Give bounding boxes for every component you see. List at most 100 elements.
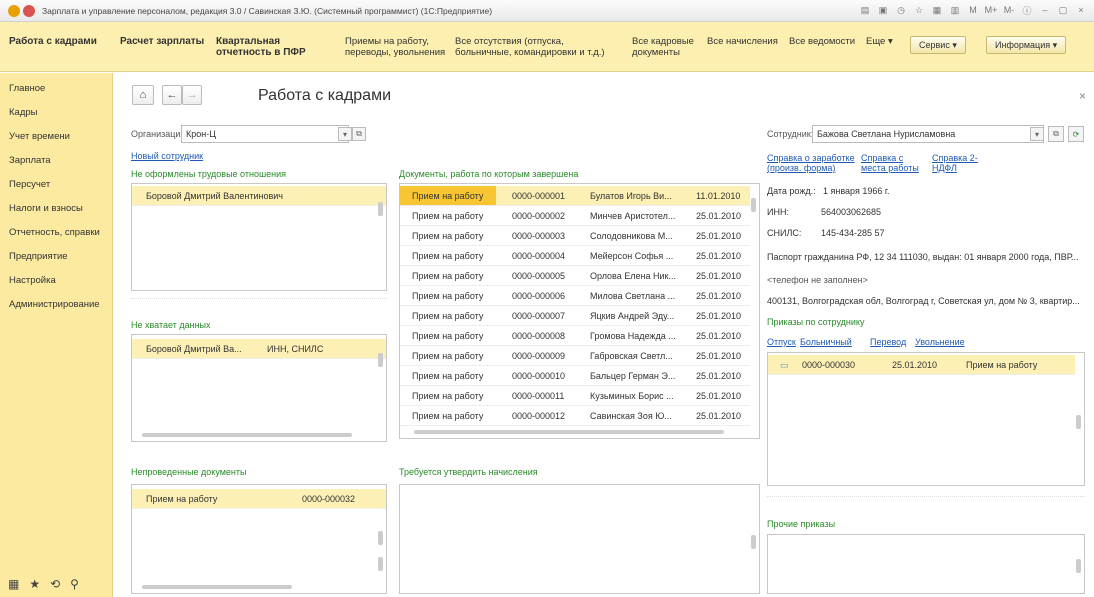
table-row[interactable]: Прием на работу 0000-000011 Кузьминых Бо… — [400, 386, 750, 406]
sidebar-item-settings[interactable]: Настройка — [9, 275, 56, 286]
minimize-icon[interactable]: – — [1038, 3, 1052, 17]
info-button[interactable]: Информация ▾ — [986, 36, 1067, 54]
search-icon[interactable]: ⚲ — [70, 577, 79, 591]
employee-label: Сотрудник: — [767, 129, 814, 139]
m-plus-button[interactable]: M+ — [984, 3, 998, 17]
menu-all-statements[interactable]: Все ведомости — [789, 36, 855, 47]
snils-value: 145-434-285 57 — [821, 228, 885, 238]
menu-pfr-reporting[interactable]: Квартальная отчетность в ПФР — [216, 36, 321, 58]
employee-field[interactable]: Бажова Светлана Нурисламовна — [812, 125, 1044, 143]
scrollbar[interactable] — [378, 557, 383, 571]
m-minus-button[interactable]: M- — [1002, 3, 1016, 17]
m-button[interactable]: M — [966, 3, 980, 17]
table-row[interactable]: Прием на работу 0000-000006 Милова Светл… — [400, 286, 750, 306]
horizontal-scrollbar[interactable] — [142, 433, 352, 437]
unposted-docs-title: Непроведенные документы — [131, 467, 247, 477]
menu-all-absences[interactable]: Все отсутствия (отпуска, больничные, ком… — [455, 36, 620, 58]
dismissal-link[interactable]: Увольнение — [915, 337, 965, 347]
maximize-icon[interactable]: ▢ — [1056, 3, 1070, 17]
organization-field[interactable]: Крон-Ц — [181, 125, 349, 143]
approve-accruals-title: Требуется утвердить начисления — [399, 467, 538, 477]
sidebar-item-taxes[interactable]: Налоги и взносы — [9, 203, 83, 214]
home-button[interactable]: ⌂ — [132, 85, 154, 105]
table-row[interactable]: Прием на работу 0000-000001 Булатов Игор… — [400, 186, 750, 206]
sidebar-item-staff[interactable]: Кадры — [9, 107, 37, 118]
transfer-link[interactable]: Перевод — [870, 337, 906, 347]
calculator-icon[interactable]: ▥ — [948, 3, 962, 17]
list-item[interactable]: Прием на работу 0000-000032 — [132, 489, 386, 509]
scrollbar[interactable] — [751, 535, 756, 549]
table-row[interactable]: Прием на работу 0000-000005 Орлова Елена… — [400, 266, 750, 286]
scrollbar[interactable] — [378, 531, 383, 545]
forward-button[interactable]: → — [182, 85, 202, 105]
document-icon: ▭ — [780, 360, 789, 370]
print-icon[interactable]: ▤ — [858, 3, 872, 17]
list-item[interactable]: Боровой Дмитрий Валентинович — [132, 186, 386, 206]
sidebar-item-reports[interactable]: Отчетность, справки — [9, 227, 100, 238]
menu-all-hr-docs[interactable]: Все кадровые документы — [632, 36, 702, 58]
open-icon[interactable]: ⧉ — [1048, 126, 1064, 142]
open-icon[interactable]: ⧉ — [352, 127, 366, 141]
info-icon[interactable]: ⓘ — [1020, 3, 1034, 17]
table-row[interactable]: Прием на работу 0000-000012 Савинская Зо… — [400, 406, 750, 426]
back-button[interactable]: ← — [162, 85, 182, 105]
sidebar-item-enterprise[interactable]: Предприятие — [9, 251, 68, 262]
calendar-icon[interactable]: ▦ — [930, 3, 944, 17]
sidebar-item-salary[interactable]: Зарплата — [9, 155, 51, 166]
sick-leave-link[interactable]: Больничный — [800, 337, 852, 347]
horizontal-scrollbar[interactable] — [142, 585, 292, 589]
menu-hiring-transfers[interactable]: Приемы на работу, переводы, увольнения — [345, 36, 450, 58]
menu-all-accruals[interactable]: Все начисления — [707, 36, 778, 47]
table-row[interactable]: Прием на работу 0000-000003 Солодовников… — [400, 226, 750, 246]
scrollbar[interactable] — [1076, 559, 1081, 573]
new-employee-link[interactable]: Новый сотрудник — [131, 151, 203, 161]
work-certificate-link[interactable]: Справка с места работы — [861, 153, 923, 173]
inn-label: ИНН: — [767, 207, 789, 217]
missing-data-list[interactable]: Боровой Дмитрий Ва... ИНН, СНИЛС — [131, 334, 387, 442]
other-orders-list[interactable] — [767, 534, 1085, 594]
menu-more[interactable]: Еще ▾ — [866, 36, 893, 47]
approve-accruals-list[interactable] — [399, 484, 760, 594]
close-window-icon[interactable]: × — [1074, 3, 1088, 17]
phone-info: <телефон не заполнен> — [767, 275, 868, 285]
history-icon[interactable]: ◷ — [894, 3, 908, 17]
main-menu-icon[interactable] — [23, 5, 35, 17]
sidebar-item-persuchet[interactable]: Персучет — [9, 179, 50, 190]
refresh-icon[interactable]: ⟳ — [1068, 126, 1084, 142]
sidebar-item-main[interactable]: Главное — [9, 83, 45, 94]
scrollbar[interactable] — [751, 198, 756, 212]
list-item[interactable]: Боровой Дмитрий Ва... ИНН, СНИЛС — [132, 339, 386, 359]
table-row[interactable]: Прием на работу 0000-000004 Мейерсон Соф… — [400, 246, 750, 266]
grid-menu-icon[interactable]: ▦ — [8, 577, 19, 591]
table-row[interactable]: Прием на работу 0000-000009 Габровская С… — [400, 346, 750, 366]
favorites-icon[interactable]: ☆ — [912, 3, 926, 17]
list-item[interactable]: ▭ 0000-000030 25.01.2010 Прием на работу — [768, 355, 1075, 375]
table-row[interactable]: Прием на работу 0000-000008 Громова Наде… — [400, 326, 750, 346]
scrollbar[interactable] — [378, 353, 383, 367]
service-button[interactable]: Сервис ▾ — [910, 36, 966, 54]
star-icon[interactable]: ★ — [29, 577, 40, 591]
finished-docs-table[interactable]: Прием на работу 0000-000001 Булатов Игор… — [399, 183, 760, 439]
scrollbar[interactable] — [1076, 415, 1081, 429]
table-row[interactable]: Прием на работу 0000-000010 Бальцер Герм… — [400, 366, 750, 386]
save-icon[interactable]: ▣ — [876, 3, 890, 17]
ndfl-certificate-link[interactable]: Справка 2-НДФЛ — [932, 153, 982, 173]
main-area: ⌂ ← → Работа с кадрами × Организация: Кр… — [114, 73, 1094, 597]
history-icon[interactable]: ⟲ — [50, 577, 60, 591]
scrollbar[interactable] — [378, 202, 383, 216]
not-registered-list[interactable]: Боровой Дмитрий Валентинович — [131, 183, 387, 291]
employee-orders-list[interactable]: ▭ 0000-000030 25.01.2010 Прием на работу — [767, 352, 1085, 486]
horizontal-scrollbar[interactable] — [414, 430, 724, 434]
table-row[interactable]: Прием на работу 0000-000002 Минчев Арист… — [400, 206, 750, 226]
dropdown-icon[interactable]: ▾ — [1030, 127, 1044, 141]
close-icon[interactable]: × — [1079, 89, 1086, 103]
menu-payroll[interactable]: Расчет зарплаты — [120, 36, 204, 47]
sidebar-item-time[interactable]: Учет времени — [9, 131, 70, 142]
sidebar-item-admin[interactable]: Администрирование — [9, 299, 100, 310]
menu-work-with-staff[interactable]: Работа с кадрами — [9, 36, 97, 47]
vacation-link[interactable]: Отпуск — [767, 337, 796, 347]
dropdown-icon[interactable]: ▾ — [338, 127, 352, 141]
table-row[interactable]: Прием на работу 0000-000007 Яцкив Андрей… — [400, 306, 750, 326]
unposted-docs-list[interactable]: Прием на работу 0000-000032 — [131, 484, 387, 594]
salary-certificate-link[interactable]: Справка о заработке (произв. форма) — [767, 153, 855, 173]
